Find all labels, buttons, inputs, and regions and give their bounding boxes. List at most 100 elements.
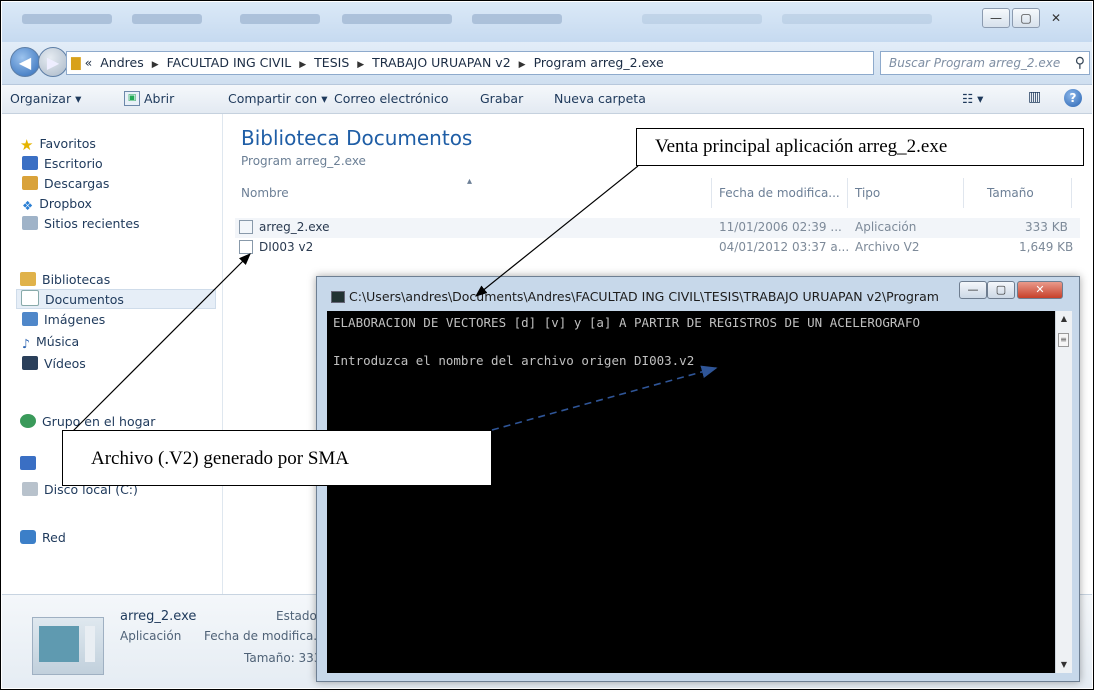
taskbar-blur bbox=[642, 14, 762, 24]
console-maximize-button[interactable]: ▢ bbox=[987, 281, 1015, 299]
console-line: ELABORACION DE VECTORES [d] [v] y [a] A … bbox=[333, 315, 920, 330]
sidebar-item-downloads[interactable]: Descargas bbox=[22, 174, 109, 194]
navigation-pane: ★ Favoritos Escritorio Descargas ❖ Dropbox… bbox=[2, 114, 223, 594]
downloads-icon bbox=[22, 176, 38, 190]
new-folder-button[interactable]: Nueva carpeta bbox=[554, 91, 646, 106]
taskbar-blur bbox=[472, 14, 562, 24]
breadcrumb-trabajo[interactable]: TRABAJO URUAPAN v2 bbox=[372, 52, 511, 74]
console-icon bbox=[331, 291, 345, 303]
scroll-up-icon[interactable]: ▲ bbox=[1056, 311, 1072, 327]
chevron-right-icon: ▶ bbox=[357, 60, 365, 70]
breadcrumb-andres[interactable]: Andres bbox=[100, 52, 143, 74]
taskbar-blur bbox=[132, 14, 202, 24]
sidebar-item-libraries[interactable]: Bibliotecas bbox=[20, 270, 110, 290]
column-header-date[interactable]: Fecha de modifica... bbox=[719, 186, 840, 200]
sidebar-item-network[interactable]: Red bbox=[20, 528, 66, 548]
sidebar-item-label: Dropbox bbox=[39, 196, 92, 211]
console-title-text: C:\Users\andres\Documents\Andres\FACULTA… bbox=[349, 289, 943, 304]
callout-main-window: Venta principal aplicación arreg_2.exe bbox=[636, 128, 1084, 166]
file-date: 11/01/2006 02:39 ... bbox=[719, 220, 842, 234]
search-placeholder: Buscar Program arreg_2.exe bbox=[889, 56, 1061, 70]
sidebar-item-label: Imágenes bbox=[44, 312, 106, 327]
address-row: ◀ ▶ ▇ « Andres ▶ FACULTAD ING CIVIL ▶ TESI… bbox=[2, 42, 1092, 85]
chevron-right-icon: ▶ bbox=[151, 60, 159, 70]
library-icon bbox=[20, 272, 36, 286]
taskbar-blur bbox=[22, 14, 112, 24]
breadcrumb-overflow[interactable]: « bbox=[85, 52, 93, 74]
console-minimize-button[interactable]: — bbox=[959, 281, 987, 299]
command-bar: Organizar ▾ ▣ Abrir Compartir con ▾ Corr… bbox=[2, 85, 1092, 114]
desktop-icon bbox=[22, 156, 38, 170]
sidebar-item-label: Vídeos bbox=[44, 356, 86, 371]
taskbar-blur bbox=[782, 14, 932, 24]
videos-icon bbox=[22, 356, 38, 370]
close-button[interactable]: ✕ bbox=[1042, 8, 1070, 28]
sidebar-item-homegroup[interactable]: Grupo en el hogar bbox=[20, 412, 155, 432]
application-icon bbox=[32, 617, 104, 675]
breadcrumb-tesis[interactable]: TESIS bbox=[314, 52, 349, 74]
homegroup-icon bbox=[20, 414, 36, 428]
breadcrumb-facultad[interactable]: FACULTAD ING CIVIL bbox=[167, 52, 292, 74]
sidebar-item-dropbox[interactable]: ❖ Dropbox bbox=[22, 194, 92, 214]
scroll-down-icon[interactable]: ▼ bbox=[1056, 657, 1072, 673]
sidebar-item-images[interactable]: Imágenes bbox=[22, 310, 105, 330]
file-name: DI003 v2 bbox=[259, 240, 314, 254]
taskbar-blur bbox=[342, 14, 452, 24]
file-date: 04/01/2012 03:37 a... bbox=[719, 240, 850, 254]
computer-icon bbox=[20, 456, 36, 470]
sidebar-item-label: Sitios recientes bbox=[44, 216, 140, 231]
file-size: 333 KB bbox=[1025, 220, 1068, 234]
sidebar-item-computer[interactable] bbox=[20, 454, 42, 474]
sidebar-item-desktop[interactable]: Escritorio bbox=[22, 154, 103, 174]
share-button[interactable]: Compartir con ▾ bbox=[228, 91, 327, 106]
console-title: C:\Users\andres\Documents\Andres\FACULTA… bbox=[331, 289, 943, 304]
console-output[interactable]: ELABORACION DE VECTORES [d] [v] y [a] A … bbox=[327, 311, 1055, 673]
search-icon[interactable]: ⚲ bbox=[1075, 52, 1085, 74]
file-row[interactable]: arreg_2.exe 11/01/2006 02:39 ... Aplicac… bbox=[235, 218, 1080, 238]
forward-button[interactable]: ▶ bbox=[38, 47, 68, 77]
library-subtitle: Program arreg_2.exe bbox=[241, 154, 366, 168]
taskbar-blur bbox=[240, 14, 320, 24]
console-scrollbar[interactable]: ▲ ≡ ▼ bbox=[1055, 311, 1072, 673]
view-options-icon[interactable]: ☷ ▾ bbox=[962, 91, 983, 106]
burn-button[interactable]: Grabar bbox=[480, 91, 523, 106]
preview-pane-icon[interactable]: ▥ bbox=[1028, 89, 1041, 105]
console-close-button[interactable]: ✕ bbox=[1017, 281, 1063, 299]
file-type: Aplicación bbox=[855, 220, 917, 234]
sidebar-item-documents[interactable]: Documentos bbox=[16, 289, 216, 309]
column-header-size[interactable]: Tamaño bbox=[987, 186, 1034, 200]
back-button[interactable]: ◀ bbox=[10, 47, 40, 77]
column-header-name[interactable]: Nombre bbox=[241, 186, 289, 200]
sidebar-item-label: Grupo en el hogar bbox=[42, 414, 156, 429]
library-title: Biblioteca Documentos bbox=[241, 126, 473, 150]
sidebar-item-recent[interactable]: Sitios recientes bbox=[22, 214, 140, 234]
documents-icon bbox=[21, 290, 39, 306]
sidebar-item-label: Escritorio bbox=[44, 156, 103, 171]
column-divider bbox=[711, 178, 712, 208]
sidebar-item-music[interactable]: ♪ Música bbox=[22, 332, 79, 352]
address-bar[interactable]: ▇ « Andres ▶ FACULTAD ING CIVIL ▶ TESIS ▶ T… bbox=[66, 51, 874, 75]
organize-button[interactable]: Organizar ▾ bbox=[10, 91, 81, 106]
sort-arrow-icon: ▴ bbox=[467, 176, 473, 187]
open-icon: ▣ bbox=[124, 91, 140, 106]
scroll-thumb[interactable]: ≡ bbox=[1058, 333, 1069, 347]
breadcrumb-program[interactable]: Program arreg_2.exe bbox=[534, 52, 664, 74]
help-icon[interactable]: ? bbox=[1064, 89, 1082, 107]
callout-file: Archivo (.V2) generado por SMA bbox=[62, 430, 492, 486]
disk-icon bbox=[22, 482, 38, 496]
maximize-button[interactable]: ▢ bbox=[1012, 8, 1040, 28]
open-button[interactable]: Abrir bbox=[144, 91, 174, 106]
file-type: Archivo V2 bbox=[855, 240, 920, 254]
exe-file-icon bbox=[239, 220, 253, 234]
column-divider bbox=[1071, 178, 1072, 208]
sidebar-item-favorites[interactable]: ★ Favoritos bbox=[20, 134, 96, 154]
details-state-label: Estado bbox=[276, 609, 317, 623]
search-input[interactable]: Buscar Program arreg_2.exe ⚲ bbox=[880, 51, 1090, 75]
file-row[interactable]: DI003 v2 04/01/2012 03:37 a... Archivo V… bbox=[235, 238, 1080, 258]
details-file-name: arreg_2.exe bbox=[120, 609, 197, 624]
minimize-button[interactable]: — bbox=[982, 8, 1010, 28]
sidebar-item-videos[interactable]: Vídeos bbox=[22, 354, 86, 374]
column-divider bbox=[963, 178, 964, 208]
column-header-type[interactable]: Tipo bbox=[855, 186, 880, 200]
email-button[interactable]: Correo electrónico bbox=[334, 91, 449, 106]
